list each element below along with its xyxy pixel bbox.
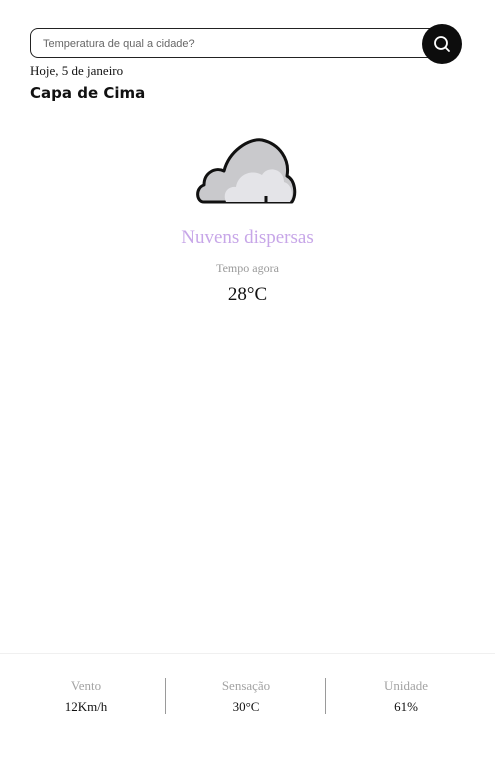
weather-stats-footer: Vento 12Km/h Sensação 30°C Unidade 61% (0, 653, 495, 768)
stat-humidity-label: Unidade (383, 678, 429, 693)
search-input[interactable] (43, 29, 423, 59)
current-date: Hoje, 5 de janeiro (30, 63, 124, 78)
stat-wind-label: Vento (70, 678, 102, 693)
stat-wind-value: 12Km/h (64, 699, 108, 714)
search-icon (434, 36, 450, 52)
stat-feels-like-value: 30°C (232, 699, 260, 714)
weather-description: Nuvens dispersas (181, 227, 314, 248)
stat-feels-like-label: Sensação (221, 678, 271, 693)
search-button[interactable] (422, 24, 462, 64)
stat-feels-like: Sensação 30°C (166, 678, 326, 716)
cloud-icon (196, 138, 297, 204)
stat-humidity-value: 61% (394, 699, 418, 714)
stat-wind: Vento 12Km/h (6, 678, 166, 716)
search-bar (30, 28, 440, 59)
city-name: Capa de Cima (30, 84, 146, 102)
current-temperature: 28°C (227, 284, 268, 305)
weather-subtitle: Tempo agora (216, 261, 279, 275)
stat-humidity: Unidade 61% (326, 678, 486, 716)
